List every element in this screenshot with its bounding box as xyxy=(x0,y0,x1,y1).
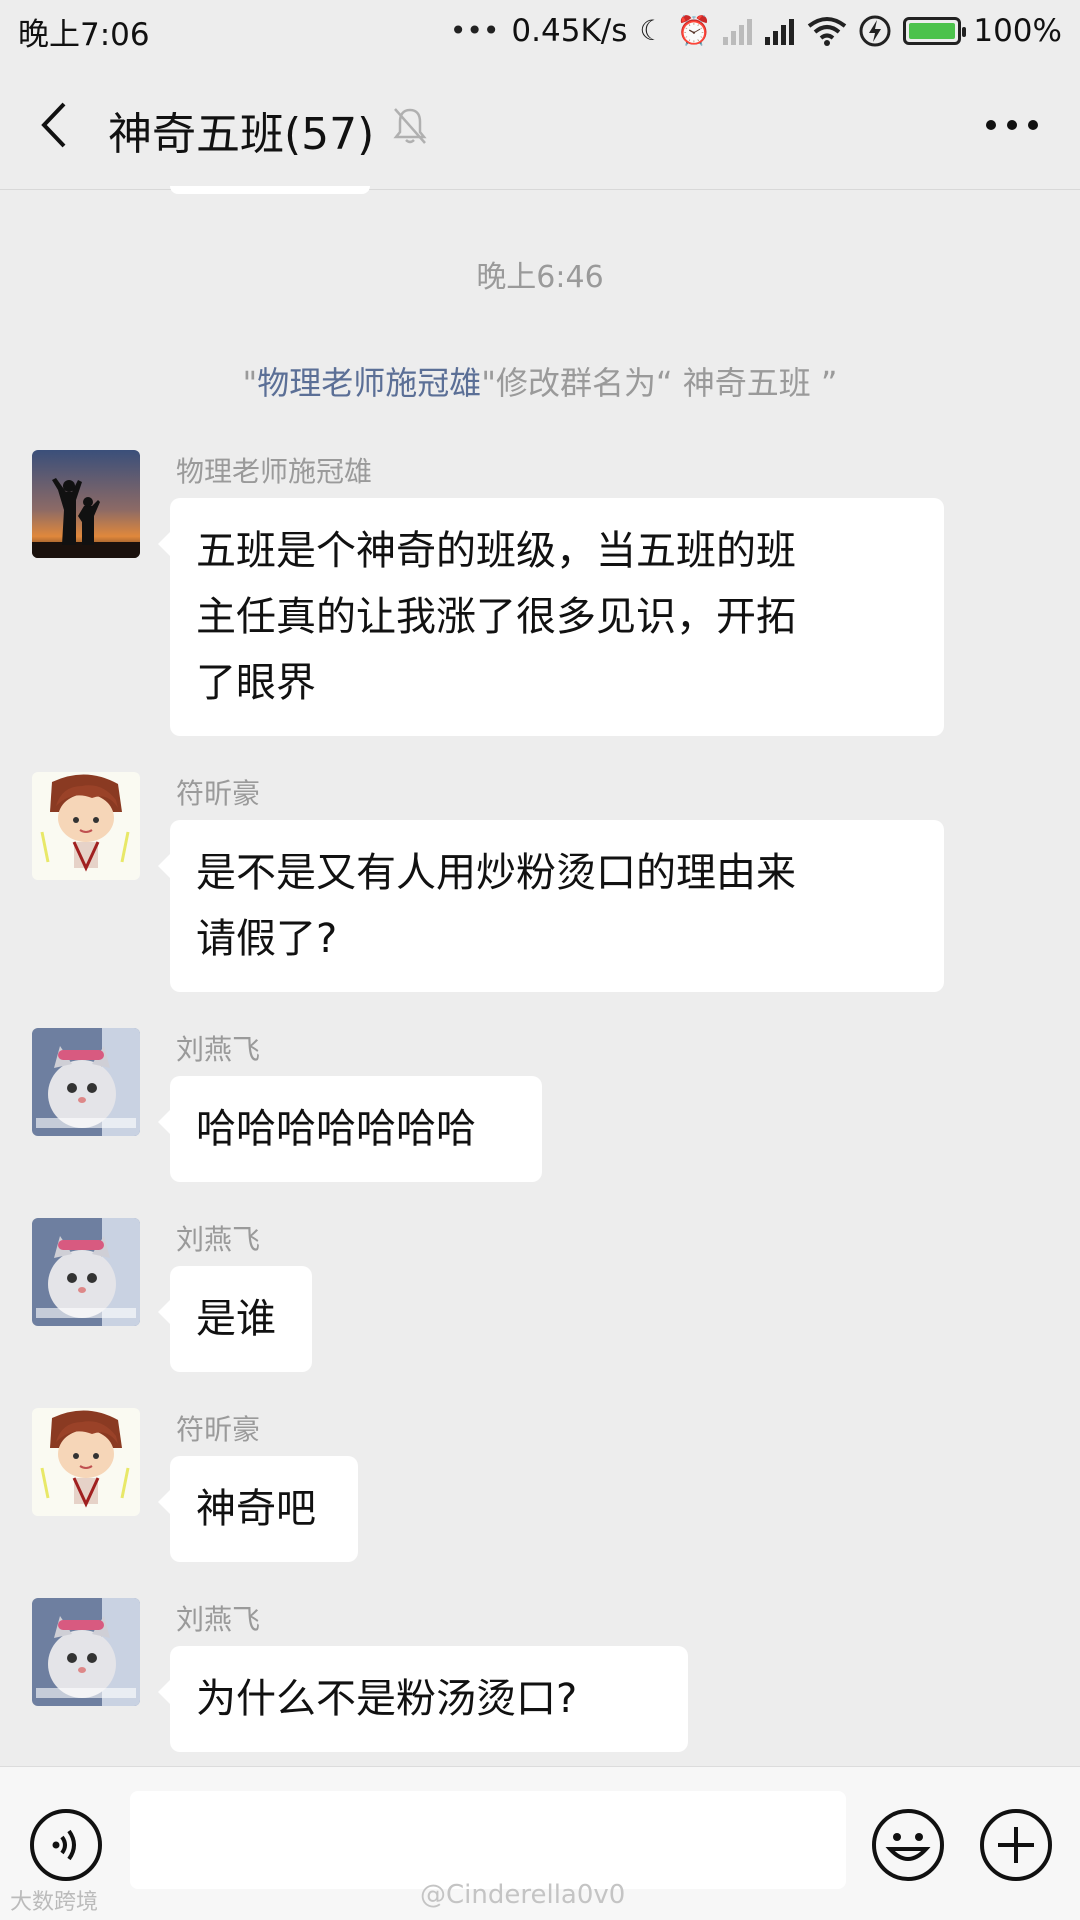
sender-name: 符昕豪 xyxy=(176,777,261,810)
message-line: 是谁 xyxy=(196,1296,276,1342)
moon-icon: ☾ xyxy=(639,14,665,47)
message-line: 主任真的让我涨了很多见识，开拓 xyxy=(196,594,796,640)
status-time: 晚上7:06 xyxy=(18,16,150,53)
alarm-icon: ⏰ xyxy=(676,14,712,47)
signal-icon xyxy=(723,19,753,45)
back-icon[interactable] xyxy=(38,100,68,150)
system-message-quote: " xyxy=(242,364,258,402)
message-bubble[interactable]: 为什么不是粉汤烫口? xyxy=(158,1646,688,1752)
message-bubble[interactable]: 五班是个神奇的班级，当五班的班 主任真的让我涨了很多见识，开拓 了眼界 xyxy=(158,498,944,736)
watermark-right: @Cinderella0v0 xyxy=(420,1880,626,1910)
avatar[interactable] xyxy=(32,1408,140,1516)
battery-percent: 100% xyxy=(973,13,1062,49)
charge-icon xyxy=(859,15,891,47)
previous-message-bubble xyxy=(170,186,370,194)
sender-name: 物理老师施冠雄 xyxy=(176,455,373,488)
message-bubble[interactable]: 是不是又有人用炒粉烫口的理由来 请假了? xyxy=(158,820,944,992)
message-line: 哈哈哈哈哈哈哈 xyxy=(196,1106,476,1152)
message-line: 了眼界 xyxy=(196,660,316,706)
avatar[interactable] xyxy=(32,772,140,880)
signal-icon xyxy=(765,19,795,45)
message-line: 是不是又有人用炒粉烫口的理由来 xyxy=(196,850,796,896)
more-icon[interactable] xyxy=(984,118,1040,132)
wifi-icon xyxy=(808,17,847,46)
avatar[interactable] xyxy=(32,1028,140,1136)
battery-icon xyxy=(903,17,967,45)
system-message: "物理老师施冠雄"修改群名为“ 神奇五班 ” xyxy=(0,358,1080,404)
message-line: 请假了? xyxy=(196,916,338,962)
message-input[interactable] xyxy=(130,1791,846,1889)
message-timestamp: 晚上6:46 xyxy=(476,260,604,295)
avatar[interactable] xyxy=(32,1218,140,1326)
sender-name: 符昕豪 xyxy=(176,1413,261,1446)
avatar[interactable] xyxy=(32,1598,140,1706)
dots-icon: ••• xyxy=(449,14,500,47)
voice-icon[interactable] xyxy=(28,1807,104,1883)
status-icons: ••• 0.45K/s ☾ ⏰ 100% xyxy=(450,13,1062,49)
system-message-name-link[interactable]: 物理老师施冠雄 xyxy=(257,364,481,402)
message-line: 五班是个神奇的班级，当五班的班 xyxy=(196,528,796,574)
sender-name: 刘燕飞 xyxy=(176,1603,261,1636)
chat-title: 神奇五班(57) xyxy=(108,109,375,160)
message-bubble[interactable]: 是谁 xyxy=(158,1266,312,1372)
mute-icon xyxy=(393,108,427,144)
emoji-icon[interactable] xyxy=(870,1807,946,1883)
status-bar: 晚上7:06 ••• 0.45K/s ☾ ⏰ 100% xyxy=(0,0,1080,62)
chat-screen: 晚上7:06 ••• 0.45K/s ☾ ⏰ 100% 神奇五班(57) 晚上6… xyxy=(0,0,1080,1920)
system-message-text: "修改群名为“ 神奇五班 ” xyxy=(481,364,838,402)
chat-header: 神奇五班(57) xyxy=(0,62,1080,190)
message-bubble[interactable]: 神奇吧 xyxy=(158,1456,358,1562)
watermark-left: 大数跨境 xyxy=(10,1890,99,1915)
message-line: 为什么不是粉汤烫口? xyxy=(196,1676,578,1722)
network-speed: 0.45K/s xyxy=(511,13,628,49)
sender-name: 刘燕飞 xyxy=(176,1223,261,1256)
plus-icon[interactable] xyxy=(978,1807,1054,1883)
avatar[interactable] xyxy=(32,450,140,558)
sender-name: 刘燕飞 xyxy=(176,1033,261,1066)
message-bubble[interactable]: 哈哈哈哈哈哈哈 xyxy=(158,1076,542,1182)
message-line: 神奇吧 xyxy=(196,1486,316,1532)
